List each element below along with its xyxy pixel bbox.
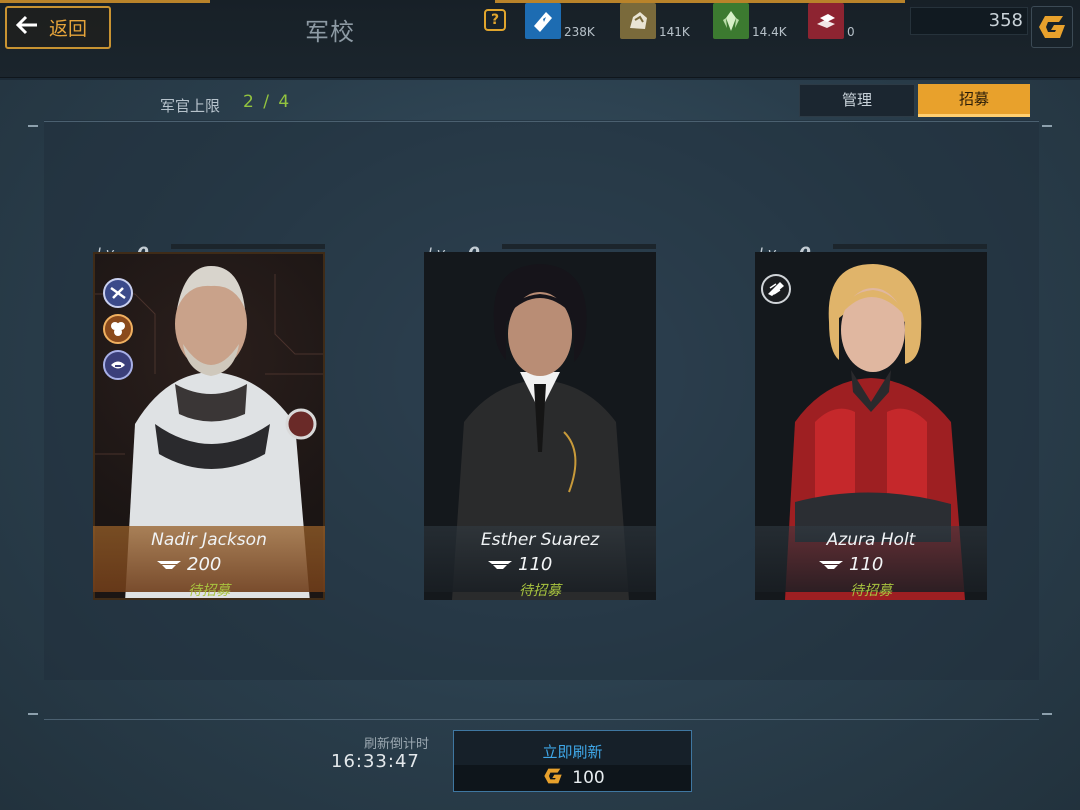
refresh-countdown-label: 刷新倒计时: [364, 737, 430, 752]
cost-value: 110: [518, 554, 553, 575]
officer-name: Azura Holt: [826, 530, 916, 550]
recruit-status: 待招募: [188, 583, 230, 599]
tab-manage[interactable]: 管理: [799, 84, 915, 117]
corner-tick: [28, 125, 38, 127]
officer-cost: 110: [488, 554, 552, 575]
skill-shield-icon[interactable]: [103, 350, 133, 380]
back-label: 返回: [49, 18, 88, 40]
officer-limit-label: 军官上限: [160, 97, 221, 115]
resource-value: 0: [847, 25, 855, 39]
resource-value: 141K: [659, 25, 690, 39]
back-button[interactable]: 返回: [5, 6, 111, 49]
arrow-left-icon: [15, 15, 39, 40]
refresh-countdown-value: 16:33:47: [331, 751, 420, 772]
refresh-cost-value: 100: [572, 768, 605, 788]
refresh-cost: 100: [454, 765, 691, 791]
cost-value: 200: [187, 554, 222, 575]
officer-cost: 110: [819, 554, 883, 575]
resource-energy[interactable]: 238K: [525, 3, 595, 39]
officer-card[interactable]: Lv. 0 Azura Holt 110 待招募: [755, 244, 987, 600]
energy-cell-icon: [525, 3, 561, 39]
skill-fighter-icon[interactable]: [761, 274, 791, 304]
top-bar: 返回 军校 ? 238K 141K 14.4K 0 358: [0, 0, 1080, 78]
resource-value: 14.4K: [752, 25, 787, 39]
refresh-now-button[interactable]: 立即刷新 100: [453, 730, 692, 792]
alloy-ingot-icon: [808, 3, 844, 39]
corner-tick: [1042, 125, 1052, 127]
question-icon[interactable]: ?: [484, 9, 506, 31]
rank-wings-icon: [488, 554, 512, 575]
corner-tick: [1042, 713, 1052, 715]
resource-alloy[interactable]: 0: [808, 3, 855, 39]
recruit-status: 待招募: [519, 583, 561, 599]
page-title: 军校: [305, 18, 355, 46]
resource-crystal[interactable]: 14.4K: [713, 3, 787, 39]
officer-limit-value: 2 / 4: [243, 92, 292, 112]
officer-card[interactable]: Lv. 0 Nadir Jackson: [93, 244, 325, 600]
recruit-status: 待招募: [850, 583, 892, 599]
refresh-button-label: 立即刷新: [542, 743, 603, 761]
top-accent-line: [0, 0, 210, 3]
officer-name: Esther Suarez: [480, 530, 600, 550]
skill-weapon-icon[interactable]: [103, 278, 133, 308]
crystal-icon: [713, 3, 749, 39]
premium-currency-value: 358: [910, 7, 1028, 35]
tab-recruit[interactable]: 招募: [918, 84, 1030, 117]
resource-ore[interactable]: 141K: [620, 3, 690, 39]
officer-card[interactable]: Lv. 0 Esther Suarez 110 待招募: [424, 244, 656, 600]
gold-coin-icon: [540, 766, 566, 791]
gold-coin-icon[interactable]: [1031, 6, 1073, 48]
skill-resource-icon[interactable]: [103, 314, 133, 344]
divider: [44, 121, 1039, 122]
ore-icon: [620, 3, 656, 39]
cost-value: 110: [849, 554, 884, 575]
divider: [44, 719, 1039, 720]
officer-cost: 200: [157, 554, 221, 575]
officer-name: Nadir Jackson: [151, 530, 267, 550]
rank-wings-icon: [819, 554, 843, 575]
resource-value: 238K: [564, 25, 595, 39]
corner-tick: [28, 713, 38, 715]
rank-wings-icon: [157, 554, 181, 575]
